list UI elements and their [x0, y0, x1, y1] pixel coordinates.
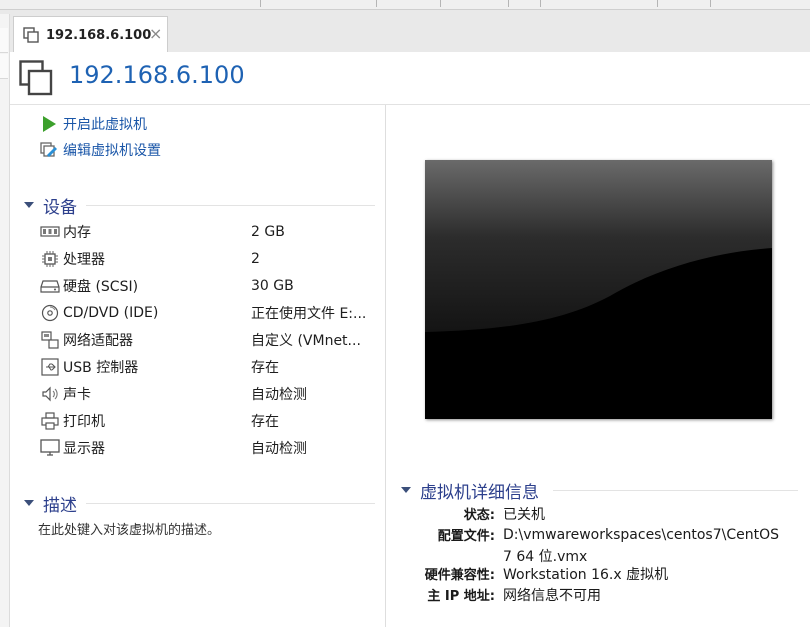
device-value: 2 GB: [251, 223, 285, 240]
display-icon: [40, 438, 60, 457]
vm-icon: [23, 27, 39, 43]
device-name: 打印机: [63, 413, 105, 430]
device-name: CD/DVD (IDE): [63, 304, 159, 321]
tab-close-icon[interactable]: ×: [149, 24, 162, 43]
status-value: 已关机: [503, 506, 545, 523]
device-value: 存在: [251, 413, 279, 430]
device-row-sound-card[interactable]: 声卡 自动检测: [40, 380, 375, 407]
section-divider: [553, 490, 798, 491]
edit-settings-label: 编辑虚拟机设置: [63, 143, 161, 159]
device-name: 声卡: [63, 386, 91, 403]
vm-details-title: 虚拟机详细信息: [420, 482, 539, 503]
section-divider: [86, 503, 375, 504]
devices-section-header[interactable]: 设备: [24, 194, 77, 218]
device-value: 2: [251, 250, 260, 267]
cd-dvd-icon: [40, 304, 60, 322]
device-name: 网络适配器: [63, 332, 133, 349]
printer-icon: [40, 411, 60, 430]
device-row-display[interactable]: 显示器 自动检测: [40, 434, 375, 461]
device-row-usb[interactable]: USB 控制器 存在: [40, 353, 375, 380]
left-panel-rail: [0, 14, 10, 627]
ip-address-label: 主 IP 地址:: [427, 589, 495, 604]
left-rail-cell[interactable]: [0, 28, 8, 53]
device-row-harddisk[interactable]: 硬盘 (SCSI) 30 GB: [40, 272, 375, 299]
device-value: 自定义 (VMnet...: [251, 332, 361, 349]
section-divider: [86, 205, 375, 206]
collapse-triangle-icon: [24, 500, 34, 506]
processor-icon: [40, 250, 60, 268]
sound-card-icon: [40, 385, 60, 403]
usb-icon: [40, 357, 60, 376]
description-field[interactable]: 在此处键入对该虚拟机的描述。: [38, 519, 220, 538]
device-name: 处理器: [63, 251, 105, 268]
collapse-triangle-icon: [24, 202, 34, 208]
device-value: 存在: [251, 359, 279, 376]
hardware-compat-value: Workstation 16.x 虚拟机: [503, 566, 669, 583]
config-file-value: D:\vmwareworkspaces\centos7\CentOS: [503, 526, 780, 543]
power-on-vm-link[interactable]: 开启此虚拟机: [40, 113, 147, 135]
detail-config-file: 配置文件: D:\vmwareworkspaces\centos7\CentOS: [400, 524, 779, 545]
vm-large-icon: [19, 60, 53, 96]
panel-divider: [385, 105, 386, 627]
edit-settings-icon: [40, 142, 57, 157]
memory-icon: [40, 223, 60, 241]
devices-title: 设备: [43, 197, 77, 218]
device-value: 自动检测: [251, 440, 307, 457]
detail-ip-address: 主 IP 地址: 网络信息不可用: [400, 584, 601, 605]
device-value: 自动检测: [251, 386, 307, 403]
top-toolbar-strip: [0, 0, 810, 10]
vm-screen-preview[interactable]: [425, 160, 772, 419]
device-row-cd-dvd[interactable]: CD/DVD (IDE) 正在使用文件 E:...: [40, 299, 375, 326]
description-section-header[interactable]: 描述: [24, 492, 77, 516]
vm-header: 192.168.6.100: [10, 52, 810, 105]
tab-vm[interactable]: 192.168.6.100 ×: [13, 16, 168, 52]
device-name: 显示器: [63, 440, 105, 457]
description-title: 描述: [43, 495, 77, 516]
device-row-processor[interactable]: 处理器 2: [40, 245, 375, 272]
status-label: 状态:: [463, 508, 495, 523]
left-rail-cell[interactable]: [0, 54, 8, 79]
config-file-label: 配置文件:: [437, 529, 495, 544]
detail-status: 状态: 已关机: [400, 503, 545, 524]
harddisk-icon: [40, 277, 60, 295]
vm-details-section-header[interactable]: 虚拟机详细信息: [401, 479, 539, 503]
device-name: 硬盘 (SCSI): [63, 278, 139, 295]
collapse-triangle-icon: [401, 487, 411, 493]
device-row-memory[interactable]: 内存 2 GB: [40, 218, 375, 245]
ip-address-value: 网络信息不可用: [503, 587, 601, 604]
device-row-printer[interactable]: 打印机 存在: [40, 407, 375, 434]
network-adapter-icon: [40, 330, 60, 349]
device-value: 正在使用文件 E:...: [251, 305, 367, 322]
device-name: USB 控制器: [63, 359, 139, 376]
tab-title: 192.168.6.100: [46, 28, 152, 43]
power-on-label: 开启此虚拟机: [63, 117, 147, 133]
play-icon: [43, 116, 56, 132]
device-name: 内存: [63, 224, 91, 241]
page-title: 192.168.6.100: [69, 61, 245, 89]
detail-hardware-compat: 硬件兼容性: Workstation 16.x 虚拟机: [400, 563, 668, 584]
edit-vm-settings-link[interactable]: 编辑虚拟机设置: [40, 139, 161, 161]
device-row-network-adapter[interactable]: 网络适配器 自定义 (VMnet...: [40, 326, 375, 353]
hardware-compat-label: 硬件兼容性:: [424, 568, 495, 583]
device-value: 30 GB: [251, 277, 294, 294]
